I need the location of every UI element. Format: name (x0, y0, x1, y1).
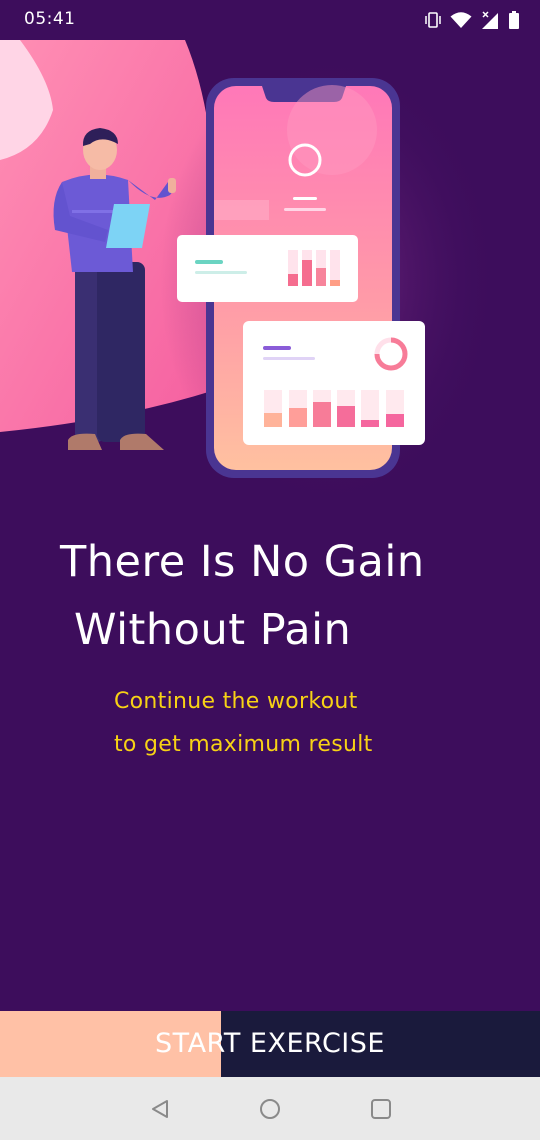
home-icon[interactable] (258, 1097, 282, 1121)
recents-icon[interactable] (369, 1097, 393, 1121)
subtitle-line-2: to get maximum result (114, 732, 373, 757)
headline: There Is No Gain Without Pain (60, 528, 500, 664)
status-bar: 05:41 (0, 0, 540, 40)
back-icon[interactable] (148, 1097, 172, 1121)
subtitle: Continue the workout to get maximum resu… (114, 680, 494, 766)
headline-line-2: Without Pain (74, 605, 352, 655)
fitness-illustration (0, 40, 500, 510)
battery-icon (508, 10, 520, 30)
hero-illustration (0, 40, 540, 520)
signal-icon (480, 10, 500, 30)
status-time: 05:41 (24, 9, 76, 29)
subtitle-line-1: Continue the workout (114, 689, 358, 714)
wifi-icon (450, 11, 472, 29)
headline-line-1: There Is No Gain (60, 537, 425, 587)
vibrate-icon (424, 11, 442, 29)
status-icons (424, 9, 520, 31)
start-exercise-button[interactable]: START EXERCISE (0, 1011, 540, 1077)
navigation-bar (0, 1077, 540, 1140)
start-exercise-label: START EXERCISE (155, 1028, 385, 1059)
